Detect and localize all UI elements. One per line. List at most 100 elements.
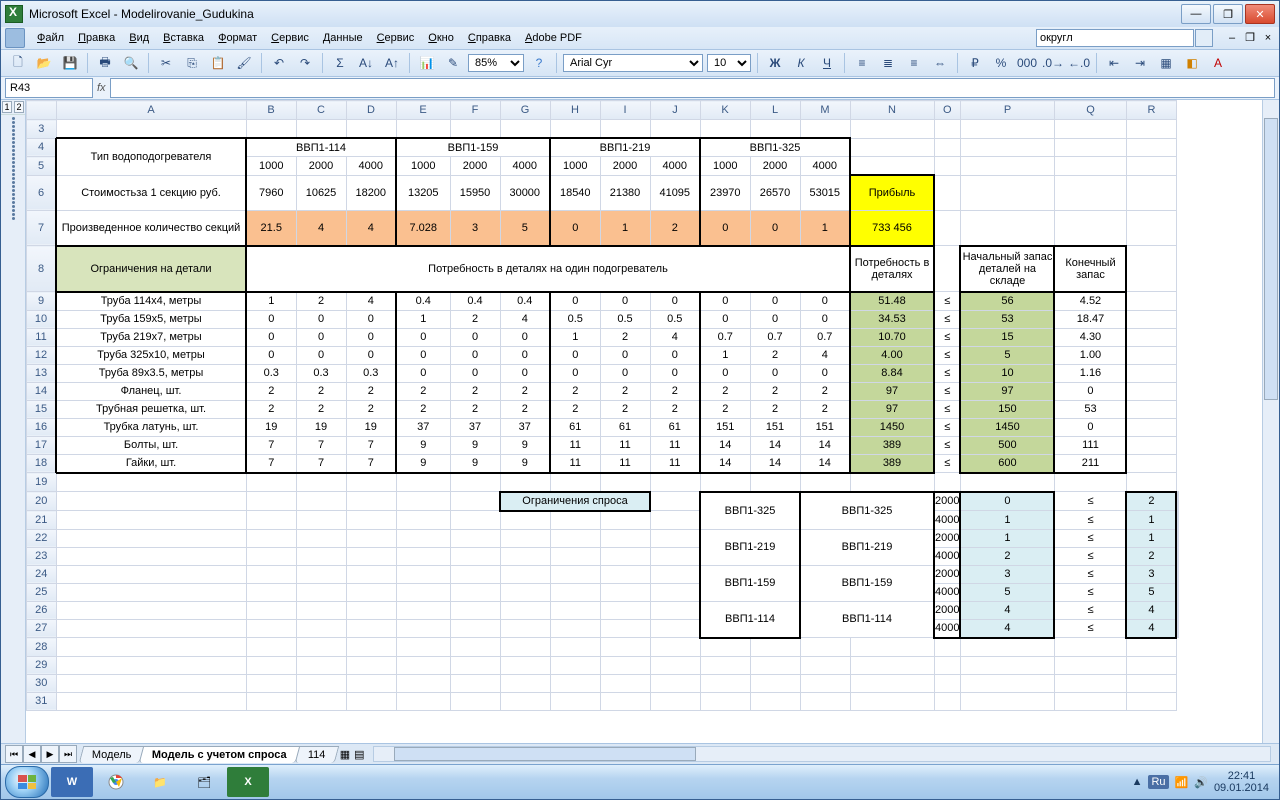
sort-desc-icon[interactable]: A↑ [381, 52, 403, 74]
cell[interactable] [850, 157, 934, 176]
cell[interactable]: 2 [650, 400, 700, 418]
row-header[interactable]: 6 [27, 175, 57, 210]
cell[interactable] [934, 638, 960, 657]
row-header[interactable]: 15 [27, 400, 57, 418]
cell[interactable]: ВВП1-159 [700, 565, 800, 601]
tab-nav-last-icon[interactable]: ⏭ [59, 745, 77, 763]
cell[interactable] [1178, 529, 1179, 547]
cell[interactable]: 37 [396, 418, 450, 436]
cell[interactable]: 2 [700, 400, 750, 418]
merge-icon[interactable]: ⇔ [929, 52, 951, 74]
cell[interactable] [750, 656, 800, 674]
cell[interactable]: 7 [246, 454, 296, 473]
row-header[interactable]: 11 [27, 328, 57, 346]
cell[interactable] [550, 120, 600, 139]
row-header[interactable]: 26 [27, 601, 57, 619]
cell[interactable]: 1 [600, 210, 650, 246]
cell[interactable]: 19 [346, 418, 396, 436]
row-header[interactable]: 9 [27, 292, 57, 311]
cell[interactable]: ВВП1-114 [800, 601, 934, 638]
autosum-icon[interactable]: Σ [329, 52, 351, 74]
col-header[interactable]: I [600, 101, 650, 120]
cell[interactable]: ВВП1-159 [396, 138, 550, 157]
cell[interactable]: 4000 [346, 157, 396, 176]
cell[interactable] [450, 674, 500, 692]
cell[interactable] [246, 473, 296, 492]
fx-icon[interactable]: fx [97, 82, 106, 94]
cell[interactable] [1126, 120, 1176, 139]
cell[interactable] [56, 492, 246, 511]
cell[interactable]: 4.00 [850, 346, 934, 364]
cell[interactable] [550, 583, 600, 601]
fill-color-icon[interactable]: ◧ [1181, 52, 1203, 74]
cell[interactable] [396, 565, 450, 583]
row-header[interactable]: 24 [27, 565, 57, 583]
cell[interactable]: Стоимостьза 1 секцию руб. [56, 175, 246, 210]
cell[interactable]: 0 [800, 364, 850, 382]
row-header[interactable]: 21 [27, 511, 57, 530]
cell[interactable]: 2 [450, 382, 500, 400]
cell[interactable] [396, 492, 450, 511]
cell[interactable]: 0 [500, 346, 550, 364]
doc-close-button[interactable]: × [1261, 31, 1275, 45]
cell[interactable] [550, 656, 600, 674]
menu-Данные[interactable]: Данные [317, 30, 369, 46]
cell[interactable] [550, 692, 600, 710]
cell[interactable]: 1 [396, 310, 450, 328]
cell[interactable]: 2 [800, 400, 850, 418]
cell[interactable]: ≤ [934, 418, 960, 436]
cell[interactable]: 10 [960, 364, 1054, 382]
start-button[interactable] [5, 766, 49, 798]
cell[interactable] [346, 547, 396, 565]
cell[interactable]: 61 [650, 418, 700, 436]
tray-clock[interactable]: 22:4109.01.2014 [1214, 770, 1269, 794]
cell[interactable]: 1000 [396, 157, 450, 176]
cell[interactable] [850, 138, 934, 157]
cell[interactable]: 21.5 [246, 210, 296, 246]
cell[interactable] [934, 692, 960, 710]
cell[interactable]: 2 [500, 400, 550, 418]
menu-Сервис[interactable]: Сервис [371, 30, 421, 46]
cell[interactable]: 389 [850, 454, 934, 473]
cell[interactable] [1054, 473, 1126, 492]
row-header[interactable]: 28 [27, 638, 57, 657]
cell[interactable] [246, 692, 296, 710]
cell[interactable] [296, 619, 346, 638]
cell[interactable]: 2 [296, 292, 346, 311]
cell[interactable]: Труба 325х10, метры [56, 346, 246, 364]
cell[interactable]: 0 [396, 346, 450, 364]
cell[interactable]: 2 [700, 382, 750, 400]
cell[interactable]: 0 [1054, 382, 1126, 400]
cell[interactable] [1126, 656, 1176, 674]
menu-Правка[interactable]: Правка [72, 30, 121, 46]
cell[interactable] [650, 638, 700, 657]
cell[interactable] [246, 511, 296, 530]
cell[interactable] [396, 656, 450, 674]
cell[interactable]: 600 [960, 454, 1054, 473]
system-tray[interactable]: ▲ Ru 📶 🔊 22:4109.01.2014 [1132, 770, 1275, 794]
cell[interactable]: 0.4 [396, 292, 450, 311]
cell[interactable] [960, 692, 1054, 710]
cell[interactable]: 7960 [246, 175, 296, 210]
increase-indent-icon[interactable]: ⇥ [1129, 52, 1151, 74]
cell[interactable]: 2 [600, 328, 650, 346]
cell[interactable] [246, 492, 296, 511]
menu-Adobe PDF[interactable]: Adobe PDF [519, 30, 588, 46]
cell[interactable]: 0 [800, 310, 850, 328]
menu-Вставка[interactable]: Вставка [157, 30, 210, 46]
cell[interactable]: 21380 [600, 175, 650, 210]
cell[interactable] [1126, 310, 1176, 328]
cell[interactable]: ≤ [934, 310, 960, 328]
align-left-icon[interactable]: ≡ [851, 52, 873, 74]
underline-icon[interactable]: Ч [816, 52, 838, 74]
copy-icon[interactable]: ⎘ [181, 52, 203, 74]
cell[interactable] [346, 492, 396, 511]
cell[interactable]: 0 [550, 210, 600, 246]
cell[interactable] [396, 583, 450, 601]
cell[interactable] [1178, 565, 1179, 583]
cell[interactable]: Потребность в деталях на один подогреват… [246, 246, 850, 292]
cell[interactable]: 14 [750, 454, 800, 473]
cell[interactable]: 18200 [346, 175, 396, 210]
cell[interactable] [1126, 246, 1176, 292]
cell[interactable] [600, 638, 650, 657]
